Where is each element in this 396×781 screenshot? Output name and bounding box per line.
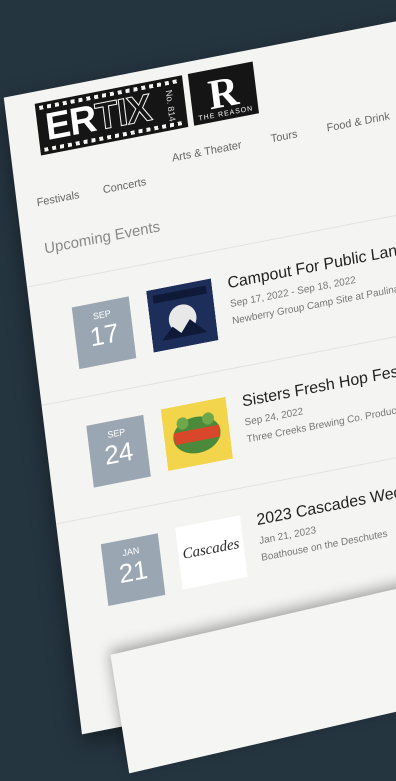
campout-thumbnail[interactable] bbox=[146, 278, 219, 353]
tilted-screen: ER TIX No. 814 R THE REASON Arts & Theate… bbox=[0, 0, 396, 774]
logo-r-badge: R THE REASON bbox=[187, 61, 259, 126]
date-badge: SEP 17 bbox=[71, 296, 137, 370]
event-info: Campout For Public Lands Sep 17, 2022 - … bbox=[227, 207, 396, 330]
nav-item-arts-theater[interactable]: Arts & Theater bbox=[171, 139, 242, 164]
category-nav-row: Festivals Concerts bbox=[36, 176, 147, 209]
cascades-logo-text: Cascades bbox=[181, 535, 241, 563]
nav-item-festivals[interactable]: Festivals bbox=[36, 189, 80, 209]
logo-number: No. 814 bbox=[163, 89, 178, 123]
logo-tix: TIX bbox=[92, 86, 154, 139]
cascades-thumbnail[interactable]: Cascades bbox=[175, 515, 248, 590]
section-title: Upcoming Events bbox=[43, 218, 161, 258]
date-badge: JAN 21 bbox=[100, 533, 166, 606]
hop-fest-thumbnail[interactable] bbox=[160, 396, 234, 472]
nav-item-food-drink[interactable]: Food & Drink bbox=[326, 110, 390, 134]
logo-ticket: ER TIX No. 814 bbox=[34, 75, 189, 156]
date-badge: SEP 24 bbox=[86, 414, 151, 488]
nav-item-concerts[interactable]: Concerts bbox=[102, 176, 147, 196]
nav-item-tours[interactable]: Tours bbox=[270, 128, 298, 145]
ticket-page: ER TIX No. 814 R THE REASON Arts & Theate… bbox=[3, 0, 396, 774]
logo-er: ER bbox=[43, 97, 99, 149]
